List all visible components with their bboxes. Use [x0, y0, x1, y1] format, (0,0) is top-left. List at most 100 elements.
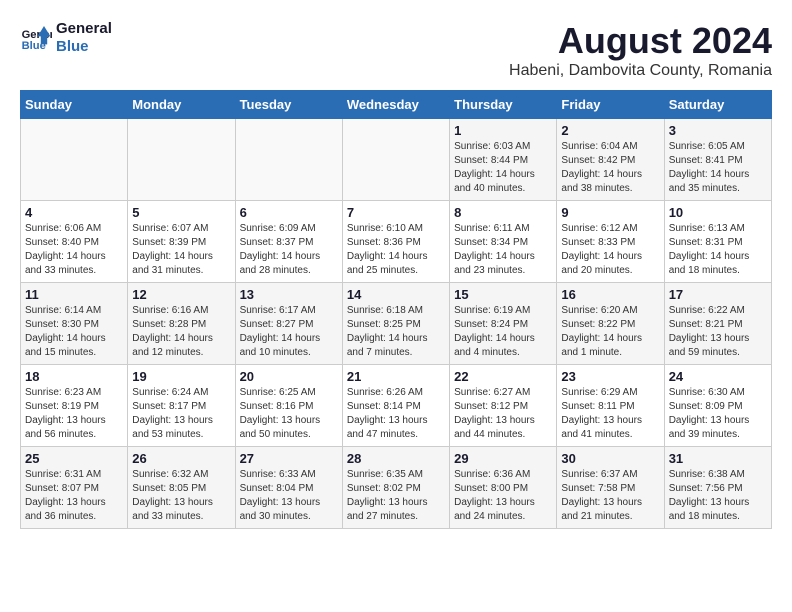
calendar-cell [128, 119, 235, 201]
calendar: SundayMondayTuesdayWednesdayThursdayFrid… [20, 90, 772, 529]
calendar-cell: 21Sunrise: 6:26 AM Sunset: 8:14 PM Dayli… [342, 365, 449, 447]
calendar-cell: 28Sunrise: 6:35 AM Sunset: 8:02 PM Dayli… [342, 447, 449, 529]
day-number: 1 [454, 123, 552, 138]
day-info: Sunrise: 6:26 AM Sunset: 8:14 PM Dayligh… [347, 386, 445, 442]
subtitle: Habeni, Dambovita County, Romania [509, 62, 772, 80]
day-info: Sunrise: 6:23 AM Sunset: 8:19 PM Dayligh… [25, 386, 123, 442]
calendar-cell: 10 Sunrise: 6:13 AM Sunset: 8:31 PM Dayli… [664, 201, 771, 283]
day-info: Sunrise: 6:04 AM Sunset: 8:42 PM Dayligh… [561, 140, 659, 196]
calendar-cell [235, 119, 342, 201]
day-info: Sunrise: 6:16 AM Sunset: 8:28 PM Dayligh… [132, 304, 230, 360]
week-row-1: 1 Sunrise: 6:03 AM Sunset: 8:44 PM Daylig… [21, 119, 772, 201]
calendar-cell: 31Sunrise: 6:38 AM Sunset: 7:56 PM Dayli… [664, 447, 771, 529]
weekday-header-tuesday: Tuesday [235, 91, 342, 119]
day-info: Sunrise: 6:27 AM Sunset: 8:12 PM Dayligh… [454, 386, 552, 442]
calendar-cell: 15 Sunrise: 6:19 AM Sunset: 8:24 PM Dayli… [450, 283, 557, 365]
calendar-cell: 19 Sunrise: 6:24 AM Sunset: 8:17 PM Dayli… [128, 365, 235, 447]
day-info: Sunrise: 6:03 AM Sunset: 8:44 PM Dayligh… [454, 140, 552, 196]
day-number: 15 [454, 287, 552, 302]
calendar-cell: 11Sunrise: 6:14 AM Sunset: 8:30 PM Dayli… [21, 283, 128, 365]
day-info: Sunrise: 6:37 AM Sunset: 7:58 PM Dayligh… [561, 468, 659, 524]
week-row-5: 25 Sunrise: 6:31 AM Sunset: 8:07 PM Dayli… [21, 447, 772, 529]
calendar-cell: 23 Sunrise: 6:29 AM Sunset: 8:11 PM Dayli… [557, 365, 664, 447]
day-number: 19 [132, 369, 230, 384]
day-number: 7 [347, 205, 445, 220]
weekday-header-wednesday: Wednesday [342, 91, 449, 119]
day-number: 20 [240, 369, 338, 384]
day-info: Sunrise: 6:18 AM Sunset: 8:25 PM Dayligh… [347, 304, 445, 360]
day-number: 2 [561, 123, 659, 138]
day-info: Sunrise: 6:29 AM Sunset: 8:11 PM Dayligh… [561, 386, 659, 442]
day-info: Sunrise: 6:32 AM Sunset: 8:05 PM Dayligh… [132, 468, 230, 524]
day-info: Sunrise: 6:35 AM Sunset: 8:02 PM Dayligh… [347, 468, 445, 524]
weekday-header-sunday: Sunday [21, 91, 128, 119]
calendar-cell: 8 Sunrise: 6:11 AM Sunset: 8:34 PM Daylig… [450, 201, 557, 283]
calendar-cell: 27 Sunrise: 6:33 AM Sunset: 8:04 PM Dayli… [235, 447, 342, 529]
calendar-cell: 5 Sunrise: 6:07 AM Sunset: 8:39 PM Daylig… [128, 201, 235, 283]
day-info: Sunrise: 6:24 AM Sunset: 8:17 PM Dayligh… [132, 386, 230, 442]
day-info: Sunrise: 6:13 AM Sunset: 8:31 PM Dayligh… [669, 222, 767, 278]
weekday-header-friday: Friday [557, 91, 664, 119]
day-info: Sunrise: 6:06 AM Sunset: 8:40 PM Dayligh… [25, 222, 123, 278]
day-info: Sunrise: 6:10 AM Sunset: 8:36 PM Dayligh… [347, 222, 445, 278]
calendar-cell: 30Sunrise: 6:37 AM Sunset: 7:58 PM Dayli… [557, 447, 664, 529]
day-number: 10 [669, 205, 767, 220]
day-info: Sunrise: 6:31 AM Sunset: 8:07 PM Dayligh… [25, 468, 123, 524]
day-info: Sunrise: 6:20 AM Sunset: 8:22 PM Dayligh… [561, 304, 659, 360]
calendar-cell: 4Sunrise: 6:06 AM Sunset: 8:40 PM Daylig… [21, 201, 128, 283]
calendar-cell: 1 Sunrise: 6:03 AM Sunset: 8:44 PM Daylig… [450, 119, 557, 201]
week-row-2: 4Sunrise: 6:06 AM Sunset: 8:40 PM Daylig… [21, 201, 772, 283]
day-number: 17 [669, 287, 767, 302]
calendar-cell: 14 Sunrise: 6:18 AM Sunset: 8:25 PM Dayli… [342, 283, 449, 365]
weekday-header-thursday: Thursday [450, 91, 557, 119]
day-number: 23 [561, 369, 659, 384]
calendar-cell: 18Sunrise: 6:23 AM Sunset: 8:19 PM Dayli… [21, 365, 128, 447]
day-info: Sunrise: 6:38 AM Sunset: 7:56 PM Dayligh… [669, 468, 767, 524]
day-number: 27 [240, 451, 338, 466]
day-info: Sunrise: 6:36 AM Sunset: 8:00 PM Dayligh… [454, 468, 552, 524]
day-info: Sunrise: 6:25 AM Sunset: 8:16 PM Dayligh… [240, 386, 338, 442]
calendar-cell [342, 119, 449, 201]
day-number: 29 [454, 451, 552, 466]
calendar-cell: 25 Sunrise: 6:31 AM Sunset: 8:07 PM Dayli… [21, 447, 128, 529]
calendar-cell: 29 Sunrise: 6:36 AM Sunset: 8:00 PM Dayli… [450, 447, 557, 529]
day-info: Sunrise: 6:19 AM Sunset: 8:24 PM Dayligh… [454, 304, 552, 360]
day-number: 25 [25, 451, 123, 466]
calendar-cell: 7 Sunrise: 6:10 AM Sunset: 8:36 PM Daylig… [342, 201, 449, 283]
week-row-3: 11Sunrise: 6:14 AM Sunset: 8:30 PM Dayli… [21, 283, 772, 365]
logo: General Blue General Blue [20, 20, 112, 56]
logo-general: General [56, 20, 112, 38]
week-row-4: 18Sunrise: 6:23 AM Sunset: 8:19 PM Dayli… [21, 365, 772, 447]
calendar-cell: 2 Sunrise: 6:04 AM Sunset: 8:42 PM Daylig… [557, 119, 664, 201]
day-number: 5 [132, 205, 230, 220]
calendar-cell: 13Sunrise: 6:17 AM Sunset: 8:27 PM Dayli… [235, 283, 342, 365]
calendar-cell: 22 Sunrise: 6:27 AM Sunset: 8:12 PM Dayli… [450, 365, 557, 447]
day-number: 9 [561, 205, 659, 220]
calendar-cell: 6 Sunrise: 6:09 AM Sunset: 8:37 PM Daylig… [235, 201, 342, 283]
day-info: Sunrise: 6:17 AM Sunset: 8:27 PM Dayligh… [240, 304, 338, 360]
day-info: Sunrise: 6:30 AM Sunset: 8:09 PM Dayligh… [669, 386, 767, 442]
day-info: Sunrise: 6:07 AM Sunset: 8:39 PM Dayligh… [132, 222, 230, 278]
day-info: Sunrise: 6:33 AM Sunset: 8:04 PM Dayligh… [240, 468, 338, 524]
day-number: 6 [240, 205, 338, 220]
logo-icon: General Blue [20, 22, 52, 54]
day-info: Sunrise: 6:11 AM Sunset: 8:34 PM Dayligh… [454, 222, 552, 278]
day-number: 26 [132, 451, 230, 466]
calendar-cell: 9Sunrise: 6:12 AM Sunset: 8:33 PM Daylig… [557, 201, 664, 283]
page-title: August 2024 [509, 20, 772, 62]
day-number: 14 [347, 287, 445, 302]
calendar-cell: 12 Sunrise: 6:16 AM Sunset: 8:28 PM Dayli… [128, 283, 235, 365]
calendar-cell [21, 119, 128, 201]
day-info: Sunrise: 6:22 AM Sunset: 8:21 PM Dayligh… [669, 304, 767, 360]
day-number: 22 [454, 369, 552, 384]
calendar-cell: 17 Sunrise: 6:22 AM Sunset: 8:21 PM Dayli… [664, 283, 771, 365]
day-info: Sunrise: 6:14 AM Sunset: 8:30 PM Dayligh… [25, 304, 123, 360]
weekday-header-monday: Monday [128, 91, 235, 119]
logo-blue: Blue [56, 38, 112, 56]
day-number: 3 [669, 123, 767, 138]
calendar-cell: 16Sunrise: 6:20 AM Sunset: 8:22 PM Dayli… [557, 283, 664, 365]
day-info: Sunrise: 6:05 AM Sunset: 8:41 PM Dayligh… [669, 140, 767, 196]
day-number: 12 [132, 287, 230, 302]
day-info: Sunrise: 6:09 AM Sunset: 8:37 PM Dayligh… [240, 222, 338, 278]
day-number: 8 [454, 205, 552, 220]
